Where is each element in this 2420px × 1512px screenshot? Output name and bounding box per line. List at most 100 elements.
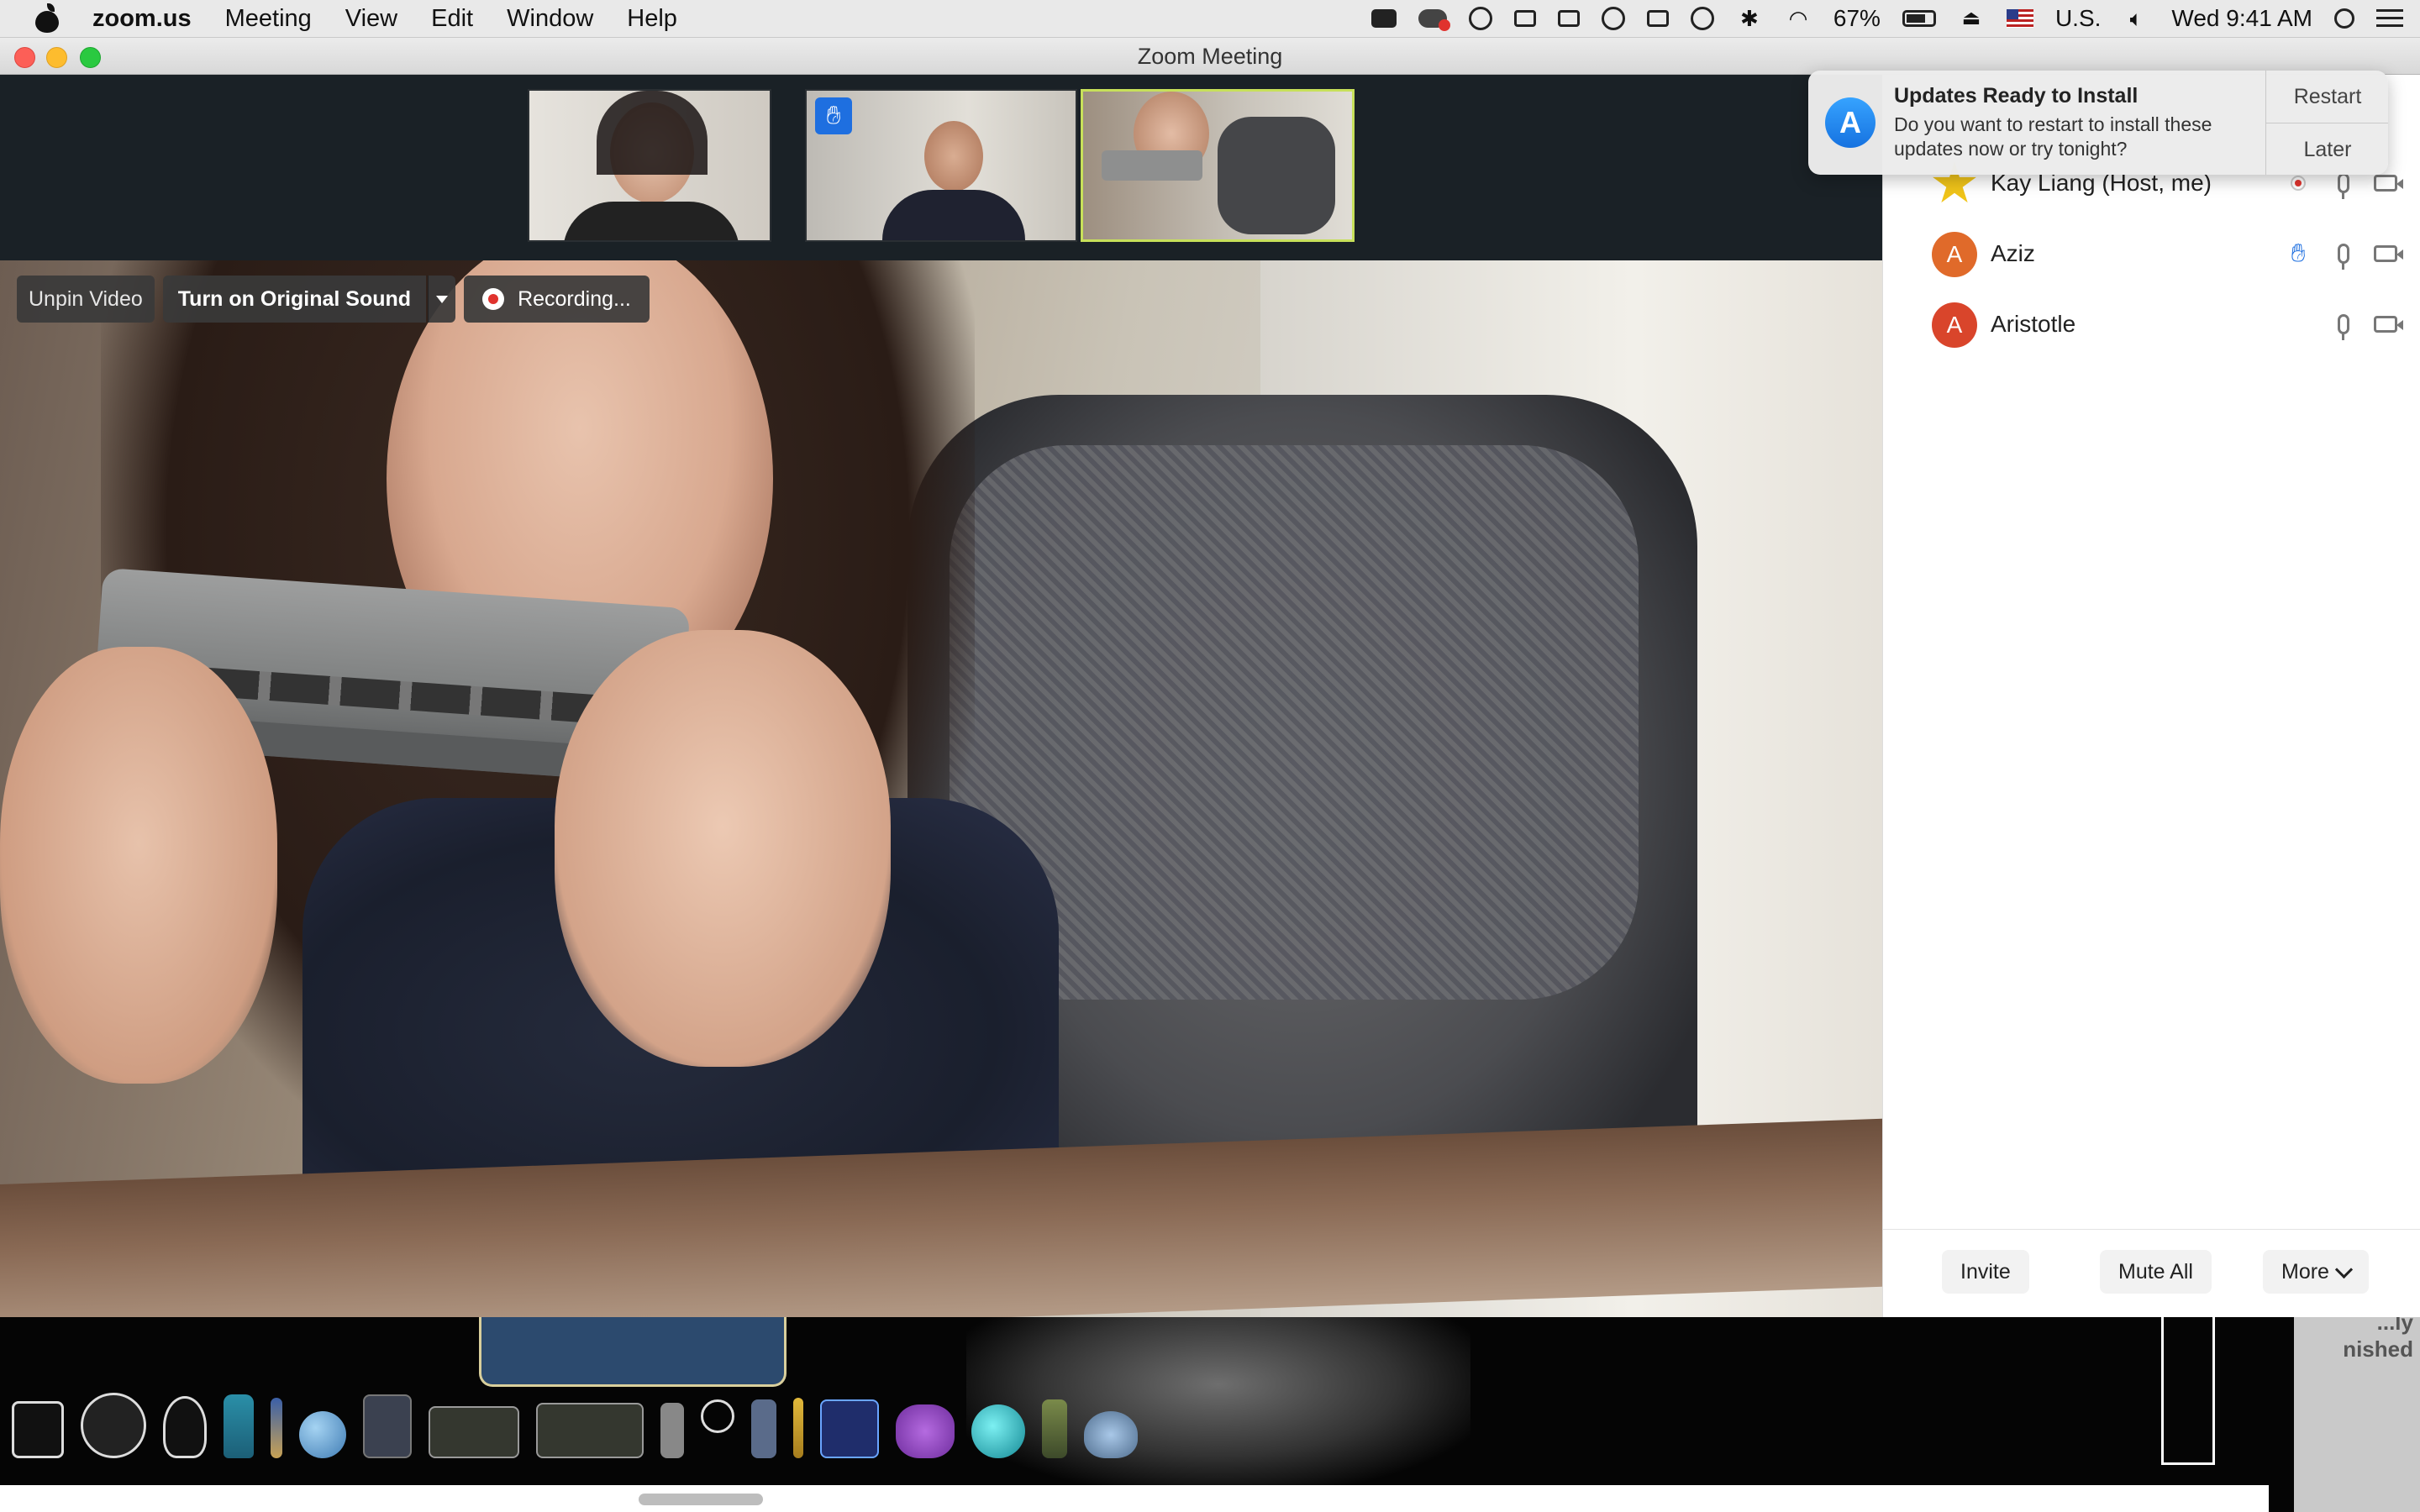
desktop-scroll-track bbox=[0, 1485, 2269, 1512]
desktop-sign-image bbox=[479, 1317, 786, 1387]
menu-meeting[interactable]: Meeting bbox=[225, 5, 312, 33]
bowl-icon[interactable] bbox=[1084, 1411, 1138, 1458]
update-notification[interactable]: A Updates Ready to Install Do you want t… bbox=[1808, 71, 2388, 175]
record-icon bbox=[2291, 176, 2306, 191]
spotlight-search-icon[interactable] bbox=[2334, 8, 2354, 29]
participant-row[interactable]: A Aziz ✋︎ bbox=[1883, 220, 2420, 291]
original-sound-dropdown-button[interactable] bbox=[428, 276, 456, 323]
chevron-down-icon bbox=[436, 295, 449, 303]
raised-hand-indicator[interactable]: ✋︎ bbox=[2283, 239, 2313, 269]
window-title: Zoom Meeting bbox=[1137, 44, 1283, 69]
later-button[interactable]: Later bbox=[2266, 123, 2388, 175]
dice-icon[interactable] bbox=[12, 1401, 64, 1458]
ball-icon[interactable] bbox=[1468, 7, 1492, 30]
participant-chair-aristotle bbox=[1218, 117, 1335, 234]
microphone-icon bbox=[2338, 244, 2349, 270]
participants-footer: Invite Mute All More bbox=[1883, 1229, 2420, 1317]
notification-title: Updates Ready to Install bbox=[1894, 84, 2139, 108]
participant-name: Aziz bbox=[1991, 240, 2035, 266]
display-icon[interactable] bbox=[1646, 10, 1669, 27]
hammer-icon[interactable] bbox=[751, 1399, 776, 1458]
menu-view[interactable]: View bbox=[345, 5, 397, 33]
participant-row[interactable]: A Aristotle bbox=[1883, 291, 2420, 361]
lightbulb-icon[interactable] bbox=[163, 1396, 207, 1458]
notification-actions: Restart Later bbox=[2265, 71, 2388, 175]
desktop-frame-image bbox=[2161, 1317, 2215, 1465]
creature-icon[interactable] bbox=[896, 1404, 955, 1458]
eject-icon[interactable]: ⏏ bbox=[1958, 8, 1985, 29]
mic-button[interactable] bbox=[2328, 239, 2359, 270]
video-panel: ✋︎ Unpin Video Turn on Original Sound Re… bbox=[0, 74, 1882, 1317]
menu-app-zoom[interactable]: zoom.us bbox=[92, 5, 192, 33]
apple-icon[interactable] bbox=[34, 3, 60, 33]
restart-button[interactable]: Restart bbox=[2266, 71, 2388, 123]
video-button[interactable] bbox=[2370, 309, 2403, 339]
us-flag-icon[interactable] bbox=[2006, 9, 2033, 28]
battery-icon[interactable] bbox=[1902, 10, 1936, 27]
raised-hand-icon: ✋︎ bbox=[2291, 239, 2306, 267]
screen-icon[interactable] bbox=[1513, 10, 1536, 27]
menu-help[interactable]: Help bbox=[627, 5, 677, 33]
mute-all-button[interactable]: Mute All bbox=[2100, 1250, 2212, 1294]
chalkboard-note-icon[interactable] bbox=[536, 1403, 644, 1458]
book-icon[interactable] bbox=[363, 1394, 412, 1458]
zoom-status-icon[interactable] bbox=[1370, 9, 1397, 28]
video-camera-icon bbox=[2374, 245, 2403, 262]
participant-name: Aristotle bbox=[1991, 311, 2076, 337]
window-manager-icon[interactable] bbox=[1557, 10, 1580, 27]
mic-button[interactable] bbox=[2328, 309, 2359, 340]
video-thumbnail-aristotle[interactable] bbox=[1081, 89, 1355, 242]
participants-panel: Kay Liang (Host, me) A Aziz ✋︎ A Aristot… bbox=[1882, 74, 2420, 1317]
vial-icon[interactable] bbox=[660, 1403, 684, 1458]
app-store-icon: A bbox=[1825, 97, 1876, 148]
avatar: A bbox=[1932, 232, 1977, 277]
participant-video-aziz bbox=[924, 121, 983, 192]
more-button[interactable]: More bbox=[2263, 1250, 2369, 1294]
bottle-icon[interactable] bbox=[224, 1394, 254, 1458]
video-thumbnail-kay[interactable] bbox=[528, 89, 771, 242]
pencil-icon[interactable] bbox=[793, 1398, 803, 1458]
time-machine-icon[interactable] bbox=[1690, 7, 1714, 30]
video-overlay-controls: Unpin Video Turn on Original Sound Recor… bbox=[17, 276, 650, 323]
video-button[interactable] bbox=[2370, 239, 2403, 269]
unpin-video-button[interactable]: Unpin Video bbox=[17, 276, 155, 323]
battery-percent: 67% bbox=[1833, 5, 1881, 31]
recording-label: Recording... bbox=[518, 286, 631, 311]
sync-icon[interactable] bbox=[1601, 7, 1625, 30]
record-icon bbox=[482, 288, 505, 310]
magnifying-glass-icon[interactable] bbox=[701, 1399, 734, 1433]
desktop-icon-row bbox=[12, 1393, 1138, 1458]
paintbrush-icon[interactable] bbox=[271, 1398, 282, 1458]
wifi-icon[interactable]: ◠ bbox=[1785, 8, 1812, 29]
desktop-partial-text: ...ly nished bbox=[2343, 1317, 2413, 1362]
creative-cloud-icon[interactable] bbox=[1418, 9, 1450, 31]
jar-icon[interactable] bbox=[1042, 1399, 1067, 1458]
wheel-icon[interactable] bbox=[81, 1393, 146, 1458]
original-sound-button[interactable]: Turn on Original Sound bbox=[162, 276, 427, 323]
chalkboard-note-icon[interactable] bbox=[429, 1406, 519, 1458]
desktop-scrollbar-thumb[interactable] bbox=[639, 1494, 763, 1505]
menu-window[interactable]: Window bbox=[507, 5, 593, 33]
thumbnail-strip: ✋︎ bbox=[0, 74, 1882, 260]
volume-icon[interactable]: 🔈︎ bbox=[2123, 8, 2149, 29]
notification-center-icon[interactable] bbox=[2376, 8, 2403, 29]
recording-indicator[interactable]: Recording... bbox=[464, 276, 650, 323]
menu-edit[interactable]: Edit bbox=[431, 5, 473, 33]
participant-shirt-kay bbox=[563, 202, 739, 240]
video-camera-icon bbox=[2374, 316, 2403, 333]
chevron-down-icon bbox=[2334, 1260, 2354, 1278]
main-video[interactable] bbox=[0, 260, 1882, 1317]
invite-button[interactable]: Invite bbox=[1942, 1250, 2029, 1294]
video-hand-right bbox=[555, 630, 891, 1067]
menu-bar: zoom.us Meeting View Edit Window Help ✱ … bbox=[0, 0, 2420, 38]
raised-hand-badge: ✋︎ bbox=[815, 97, 852, 134]
tablet-icon[interactable] bbox=[820, 1399, 879, 1458]
bluetooth-icon[interactable]: ✱ bbox=[1736, 8, 1763, 29]
globe-icon[interactable] bbox=[299, 1411, 346, 1458]
video-thumbnail-aziz[interactable]: ✋︎ bbox=[805, 89, 1077, 242]
avatar-letter: A bbox=[1946, 312, 1963, 338]
orb-icon[interactable] bbox=[971, 1404, 1025, 1458]
status-area: ✱ ◠ 67% ⏏ U.S. 🔈︎ Wed 9:41 AM bbox=[1370, 0, 2403, 37]
clock[interactable]: Wed 9:41 AM bbox=[2171, 5, 2312, 32]
input-source-label[interactable]: U.S. bbox=[2055, 5, 2101, 32]
